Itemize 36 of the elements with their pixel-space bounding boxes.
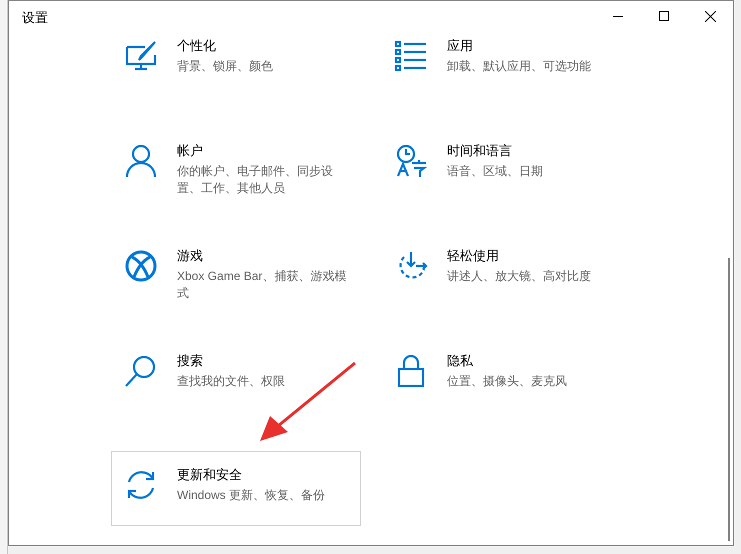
list-icon [394,39,428,73]
settings-tile[interactable]: 隐私 位置、摄像头、麦克风 [381,346,631,421]
tile-title: 时间和语言 [447,142,513,160]
settings-tile[interactable]: 时间和语言 语音、区域、日期 [381,136,631,211]
tile-title: 搜索 [177,352,204,370]
tile-title: 轻松使用 [447,247,500,265]
person-icon [124,144,158,178]
tile-description: 你的帐户、电子邮件、同步设置、工作、其他人员 [177,163,334,197]
tile-title: 帐户 [177,142,204,160]
settings-tile[interactable]: 搜索 查找我的文件、权限 [111,346,361,421]
settings-tile[interactable]: 应用 卸载、默认应用、可选功能 [381,31,631,106]
tile-title: 应用 [447,37,474,55]
tile-description: 语音、区域、日期 [447,163,544,180]
tile-description: 查找我的文件、权限 [177,373,286,390]
settings-tile[interactable]: 轻松使用 讲述人、放大镜、高对比度 [381,241,631,316]
tile-description: 位置、摄像头、麦克风 [447,373,568,390]
tile-title: 个性化 [177,37,217,55]
search-icon [124,354,158,388]
tile-description: 讲述人、放大镜、高对比度 [447,268,592,285]
scrollbar-thumb[interactable] [728,258,730,541]
settings-tile[interactable]: 个性化 背景、锁屏、颜色 [111,31,361,106]
tile-title: 隐私 [447,352,474,370]
settings-tile[interactable]: 帐户 你的帐户、电子邮件、同步设置、工作、其他人员 [111,136,361,211]
close-icon [704,10,716,22]
settings-tile[interactable]: 游戏 Xbox Game Bar、捕获、游戏模式 [111,241,361,316]
tile-description: Windows 更新、恢复、备份 [177,487,326,504]
settings-tile[interactable]: 更新和安全 Windows 更新、恢复、备份 [111,451,361,526]
clock-language-icon [394,144,428,178]
tile-description: 背景、锁屏、颜色 [177,58,274,75]
tile-description: 卸载、默认应用、可选功能 [447,58,592,75]
tile-title: 游戏 [177,247,204,265]
xbox-icon [124,249,158,283]
tile-title: 更新和安全 [177,466,243,484]
monitor-brush-icon [124,39,158,73]
window-title: 设置 [22,9,48,28]
tile-description: Xbox Game Bar、捕获、游戏模式 [177,268,347,302]
